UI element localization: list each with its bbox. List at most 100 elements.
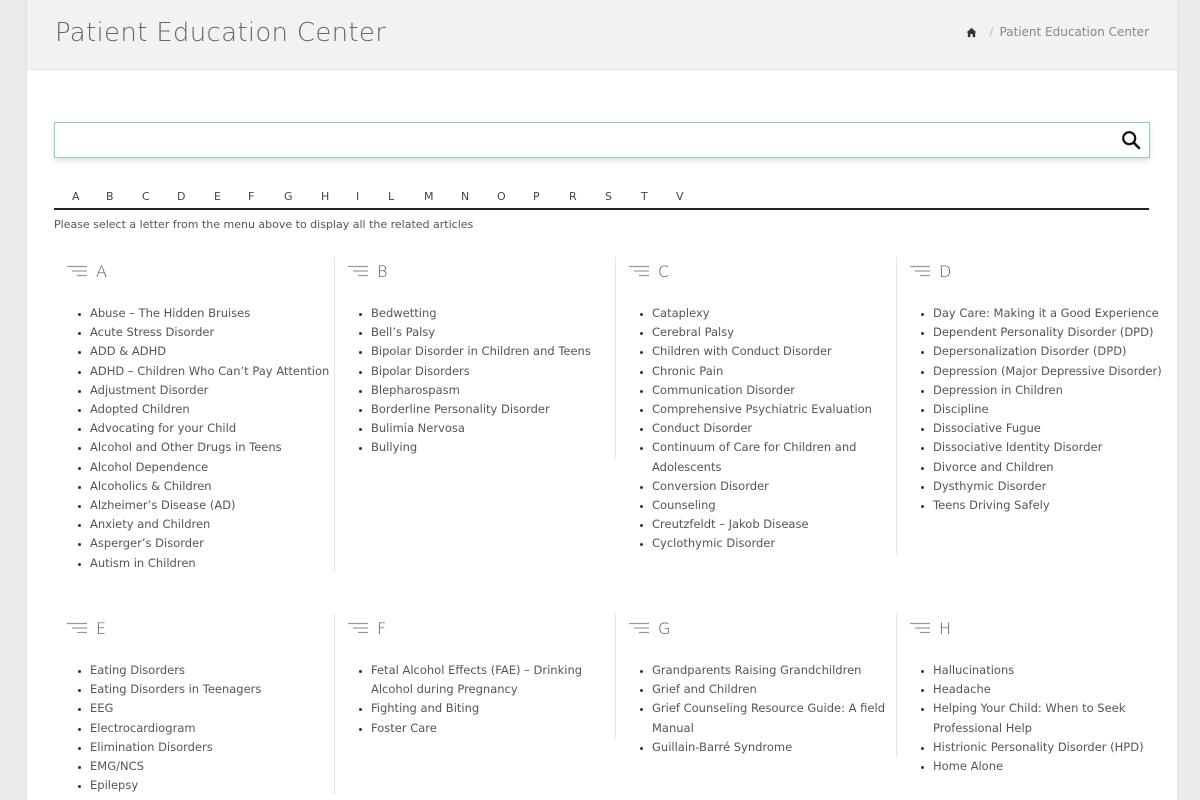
article-link[interactable]: Bulimia Nervosa [371,419,611,438]
letter-r[interactable]: R [569,190,577,203]
article-link[interactable]: Adopted Children [90,400,330,419]
letter-h[interactable]: H [321,190,329,203]
section-heading: G [629,618,670,638]
article-link[interactable]: Histrionic Personality Disorder (HPD) [933,738,1173,757]
letter-i[interactable]: I [356,190,359,203]
article-link[interactable]: Blepharospasm [371,381,611,400]
article-link[interactable]: Teens Driving Safely [933,496,1173,515]
article-link[interactable]: Day Care: Making it a Good Experience [933,304,1173,323]
letter-v[interactable]: V [676,190,684,203]
article-link[interactable]: Guillain-Barré Syndrome [652,738,892,757]
article-link[interactable]: Epilepsy [90,776,330,795]
breadcrumb: / Patient Education Center [966,25,1149,39]
letter-l[interactable]: L [388,190,394,203]
article-link[interactable]: Dissociative Identity Disorder [933,438,1173,457]
article-link[interactable]: Alcohol and Other Drugs in Teens [90,438,330,457]
article-link[interactable]: Communication Disorder [652,381,892,400]
home-icon[interactable] [966,27,977,38]
article-link[interactable]: Cataplexy [652,304,892,323]
article-link[interactable]: Grandparents Raising Grandchildren [652,661,892,680]
article-link[interactable]: Electrocardiogram [90,719,330,738]
article-link[interactable]: Autism in Children [90,554,330,573]
article-link[interactable]: Grief Counseling Resource Guide: A field… [652,699,892,737]
article-link[interactable]: Comprehensive Psychiatric Evaluation [652,400,892,419]
column-divider [615,257,616,458]
section-letter: C [658,261,670,281]
article-link[interactable]: Depersonalization Disorder (DPD) [933,342,1173,361]
search-input[interactable] [55,123,1105,157]
column-divider [896,614,897,757]
article-link[interactable]: Depression in Children [933,381,1173,400]
article-link[interactable]: Headache [933,680,1173,699]
letter-o[interactable]: O [497,190,506,203]
article-link[interactable]: Grief and Children [652,680,892,699]
column-divider [615,614,616,738]
article-link[interactable]: Alzheimer’s Disease (AD) [90,496,330,515]
article-link[interactable]: Dysthymic Disorder [933,477,1173,496]
article-link[interactable]: Cerebral Palsy [652,323,892,342]
search-icon[interactable] [1121,130,1141,150]
article-link[interactable]: Asperger’s Disorder [90,534,330,553]
column-divider [896,257,897,554]
article-link[interactable]: Abuse – The Hidden Bruises [90,304,330,323]
section-letter: F [377,618,387,638]
letter-a[interactable]: A [72,190,80,203]
letter-c[interactable]: C [142,190,150,203]
article-link[interactable]: Bipolar Disorder in Children and Teens [371,342,611,361]
letter-p[interactable]: P [533,190,540,203]
letter-s[interactable]: S [605,190,612,203]
article-link[interactable]: Alcohol Dependence [90,458,330,477]
article-link[interactable]: Adjustment Disorder [90,381,330,400]
list-lines-icon [67,622,87,634]
letter-e[interactable]: E [214,190,221,203]
article-link[interactable]: Acute Stress Disorder [90,323,330,342]
article-link[interactable]: Elimination Disorders [90,738,330,757]
article-link[interactable]: Bedwetting [371,304,611,323]
section-letter: A [96,261,107,281]
article-link[interactable]: Fighting and Biting [371,699,611,718]
letter-d[interactable]: D [177,190,185,203]
article-link[interactable]: Conduct Disorder [652,419,892,438]
article-link[interactable]: Conversion Disorder [652,477,892,496]
article-link[interactable]: Foster Care [371,719,611,738]
letter-m[interactable]: M [424,190,434,203]
article-link[interactable]: Helping Your Child: When to Seek Profess… [933,699,1173,737]
article-link[interactable]: Cyclothymic Disorder [652,534,892,553]
article-link[interactable]: Eating Disorders in Teenagers [90,680,330,699]
article-link[interactable]: Continuum of Care for Children and Adole… [652,438,892,476]
section-heading: B [348,261,387,281]
letter-g[interactable]: G [284,190,293,203]
article-link[interactable]: EMG/NCS [90,757,330,776]
article-link[interactable]: ADD & ADHD [90,342,330,361]
article-link[interactable]: Divorce and Children [933,458,1173,477]
article-link[interactable]: EEG [90,699,330,718]
article-link[interactable]: Fetal Alcohol Effects (FAE) – Drinking A… [371,661,611,699]
letter-f[interactable]: F [248,190,254,203]
article-link[interactable]: Children with Conduct Disorder [652,342,892,361]
article-link[interactable]: Alcoholics & Children [90,477,330,496]
article-list: Fetal Alcohol Effects (FAE) – Drinking A… [348,661,611,738]
article-link[interactable]: Chronic Pain [652,362,892,381]
letter-b[interactable]: B [106,190,114,203]
article-link[interactable]: Dissociative Fugue [933,419,1173,438]
article-link[interactable]: Anxiety and Children [90,515,330,534]
article-link[interactable]: Borderline Personality Disorder [371,400,611,419]
article-link[interactable]: Bipolar Disorders [371,362,611,381]
column-divider [334,614,335,795]
letter-n[interactable]: N [461,190,469,203]
article-link[interactable]: Hallucinations [933,661,1173,680]
article-link[interactable]: Dependent Personality Disorder (DPD) [933,323,1173,342]
article-link[interactable]: Bullying [371,438,611,457]
letter-t[interactable]: T [641,190,648,203]
article-link[interactable]: Eating Disorders [90,661,330,680]
breadcrumb-separator: / [989,25,994,39]
article-link[interactable]: ADHD – Children Who Can’t Pay Attention [90,362,330,381]
article-link[interactable]: Counseling [652,496,892,515]
article-link[interactable]: Creutzfeldt – Jakob Disease [652,515,892,534]
article-link[interactable]: Bell’s Palsy [371,323,611,342]
article-link[interactable]: Discipline [933,400,1173,419]
list-lines-icon [629,265,649,277]
article-link[interactable]: Home Alone [933,757,1173,776]
article-link[interactable]: Depression (Major Depressive Disorder) [933,362,1173,381]
article-link[interactable]: Advocating for your Child [90,419,330,438]
